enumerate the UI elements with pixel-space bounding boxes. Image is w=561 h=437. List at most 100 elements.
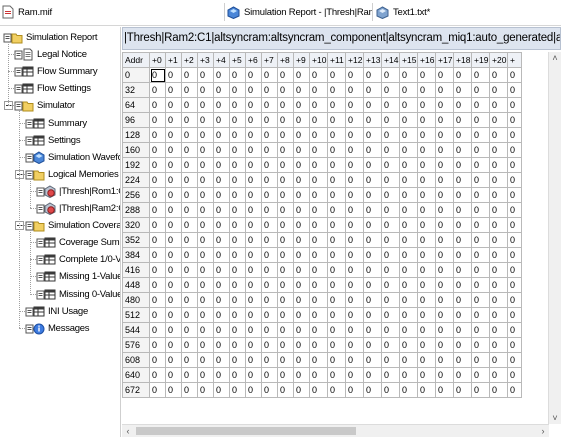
memory-value-cell[interactable]: 0 bbox=[149, 127, 166, 143]
memory-value-cell[interactable]: 0 bbox=[229, 172, 246, 188]
memory-value-cell[interactable]: 0 bbox=[277, 352, 294, 368]
memory-value-cell[interactable]: 0 bbox=[261, 367, 278, 383]
memory-value-cell[interactable]: 0 bbox=[181, 232, 198, 248]
memory-value-cell[interactable]: 0 bbox=[453, 187, 472, 203]
memory-value-cell[interactable]: 0 bbox=[213, 172, 230, 188]
memory-value-cell[interactable]: 0 bbox=[277, 247, 294, 263]
memory-value-cell[interactable]: 0 bbox=[293, 202, 310, 218]
memory-value-cell[interactable]: 0 bbox=[261, 172, 278, 188]
memory-value-cell[interactable]: 0 bbox=[381, 112, 400, 128]
memory-value-cell[interactable]: 0 bbox=[507, 82, 522, 98]
memory-value-cell[interactable]: 0 bbox=[149, 232, 166, 248]
memory-value-cell[interactable]: 0 bbox=[149, 112, 166, 128]
memory-value-cell[interactable]: 0 bbox=[489, 127, 508, 143]
memory-value-cell[interactable]: 0 bbox=[435, 277, 454, 293]
memory-value-cell[interactable]: 0 bbox=[181, 97, 198, 113]
tree-item[interactable]: Simulation Waveforms bbox=[25, 149, 120, 166]
memory-value-cell[interactable]: 0 bbox=[327, 187, 346, 203]
memory-value-cell[interactable]: 0 bbox=[453, 142, 472, 158]
memory-value-cell[interactable]: 0 bbox=[277, 142, 294, 158]
memory-value-cell[interactable]: 0 bbox=[309, 307, 328, 323]
memory-value-cell[interactable]: 0 bbox=[165, 202, 182, 218]
tree-item[interactable]: Flow Settings bbox=[14, 80, 91, 97]
tree-item[interactable]: Flow Summary bbox=[14, 63, 98, 80]
memory-value-cell[interactable]: 0 bbox=[381, 157, 400, 173]
memory-value-cell[interactable]: 0 bbox=[309, 292, 328, 308]
memory-value-cell[interactable]: 0 bbox=[435, 172, 454, 188]
memory-value-cell[interactable]: 0 bbox=[181, 157, 198, 173]
tree-item[interactable]: Settings bbox=[25, 132, 81, 149]
memory-value-cell[interactable]: 0 bbox=[381, 97, 400, 113]
memory-value-cell[interactable]: 0 bbox=[489, 262, 508, 278]
memory-value-cell[interactable]: 0 bbox=[293, 217, 310, 233]
memory-value-cell[interactable]: 0 bbox=[229, 352, 246, 368]
memory-value-cell[interactable]: 0 bbox=[181, 142, 198, 158]
memory-value-cell[interactable]: 0 bbox=[277, 307, 294, 323]
memory-value-cell[interactable]: 0 bbox=[197, 262, 214, 278]
memory-value-cell[interactable]: 0 bbox=[435, 187, 454, 203]
memory-value-cell[interactable]: 0 bbox=[149, 67, 166, 83]
memory-value-cell[interactable]: 0 bbox=[293, 157, 310, 173]
memory-value-cell[interactable]: 0 bbox=[197, 157, 214, 173]
memory-value-cell[interactable]: 0 bbox=[261, 352, 278, 368]
memory-value-cell[interactable]: 0 bbox=[399, 157, 418, 173]
memory-value-cell[interactable]: 0 bbox=[165, 82, 182, 98]
memory-value-cell[interactable]: 0 bbox=[399, 82, 418, 98]
memory-value-cell[interactable]: 0 bbox=[327, 142, 346, 158]
memory-value-cell[interactable]: 0 bbox=[381, 232, 400, 248]
memory-value-cell[interactable]: 0 bbox=[417, 142, 436, 158]
memory-value-cell[interactable]: 0 bbox=[507, 172, 522, 188]
memory-value-cell[interactable]: 0 bbox=[471, 97, 490, 113]
memory-value-cell[interactable]: 0 bbox=[229, 247, 246, 263]
memory-value-cell[interactable]: 0 bbox=[245, 112, 262, 128]
tree-item[interactable]: |Thresh|Ram2:C1|alt bbox=[36, 200, 120, 217]
scroll-down-icon[interactable]: ˅ bbox=[549, 412, 561, 424]
memory-value-cell[interactable]: 0 bbox=[261, 277, 278, 293]
memory-value-cell[interactable]: 0 bbox=[489, 67, 508, 83]
memory-value-cell[interactable]: 0 bbox=[363, 367, 382, 383]
memory-value-cell[interactable]: 0 bbox=[181, 187, 198, 203]
memory-value-cell[interactable]: 0 bbox=[435, 337, 454, 353]
memory-value-cell[interactable]: 0 bbox=[197, 127, 214, 143]
horizontal-scroll-thumb[interactable] bbox=[136, 427, 356, 435]
memory-value-cell[interactable]: 0 bbox=[197, 232, 214, 248]
memory-value-cell[interactable]: 0 bbox=[165, 247, 182, 263]
memory-value-cell[interactable]: 0 bbox=[229, 217, 246, 233]
memory-value-cell[interactable]: 0 bbox=[471, 367, 490, 383]
memory-value-cell[interactable]: 0 bbox=[149, 322, 166, 338]
memory-value-cell[interactable]: 0 bbox=[213, 187, 230, 203]
memory-value-cell[interactable]: 0 bbox=[197, 367, 214, 383]
memory-value-cell[interactable]: 0 bbox=[399, 187, 418, 203]
memory-value-cell[interactable]: 0 bbox=[489, 292, 508, 308]
memory-value-cell[interactable]: 0 bbox=[309, 217, 328, 233]
memory-value-cell[interactable]: 0 bbox=[507, 292, 522, 308]
memory-value-cell[interactable]: 0 bbox=[309, 142, 328, 158]
memory-value-cell[interactable]: 0 bbox=[165, 172, 182, 188]
memory-value-cell[interactable]: 0 bbox=[277, 217, 294, 233]
memory-value-cell[interactable]: 0 bbox=[261, 292, 278, 308]
memory-value-cell[interactable]: 0 bbox=[277, 67, 294, 83]
memory-value-cell[interactable]: 0 bbox=[261, 307, 278, 323]
memory-value-cell[interactable]: 0 bbox=[507, 277, 522, 293]
memory-value-cell[interactable]: 0 bbox=[453, 127, 472, 143]
memory-value-cell[interactable]: 0 bbox=[489, 247, 508, 263]
memory-value-cell[interactable]: 0 bbox=[327, 157, 346, 173]
memory-value-cell[interactable]: 0 bbox=[417, 352, 436, 368]
memory-value-cell[interactable]: 0 bbox=[435, 142, 454, 158]
memory-value-cell[interactable]: 0 bbox=[435, 67, 454, 83]
memory-value-cell[interactable]: 0 bbox=[181, 352, 198, 368]
memory-value-cell[interactable]: 0 bbox=[471, 112, 490, 128]
memory-value-cell[interactable]: 0 bbox=[453, 112, 472, 128]
memory-value-cell[interactable]: 0 bbox=[197, 337, 214, 353]
memory-value-cell[interactable]: 0 bbox=[309, 187, 328, 203]
memory-value-cell[interactable]: 0 bbox=[245, 157, 262, 173]
memory-value-cell[interactable]: 0 bbox=[165, 217, 182, 233]
memory-value-cell[interactable]: 0 bbox=[399, 247, 418, 263]
memory-value-cell[interactable]: 0 bbox=[345, 82, 364, 98]
memory-value-cell[interactable]: 0 bbox=[149, 202, 166, 218]
memory-value-cell[interactable]: 0 bbox=[229, 97, 246, 113]
memory-value-cell[interactable]: 0 bbox=[309, 382, 328, 398]
memory-value-cell[interactable]: 0 bbox=[345, 112, 364, 128]
memory-value-cell[interactable]: 0 bbox=[213, 112, 230, 128]
memory-value-cell[interactable]: 0 bbox=[293, 292, 310, 308]
